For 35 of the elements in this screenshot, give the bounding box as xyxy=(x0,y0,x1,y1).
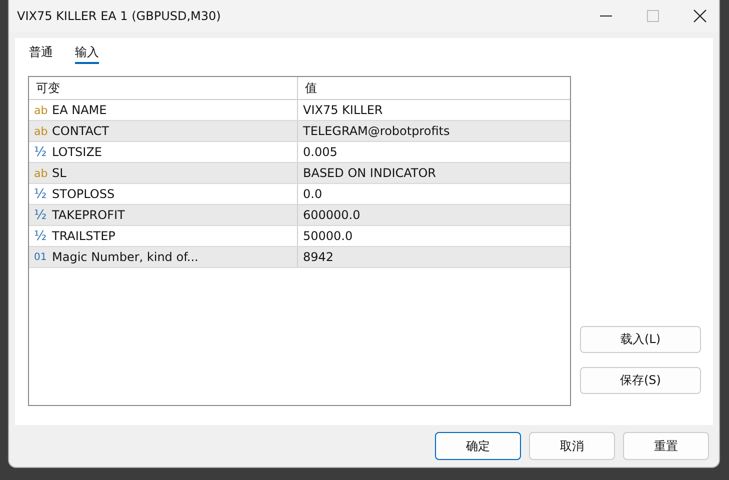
parameter-value[interactable]: VIX75 KILLER xyxy=(298,100,570,120)
parameter-value[interactable]: 600000.0 xyxy=(298,205,570,225)
window-title: VIX75 KILLER EA 1 (GBPUSD,M30) xyxy=(17,9,221,23)
type-icon: 01 xyxy=(34,252,50,262)
type-icon: ½ xyxy=(34,186,50,202)
parameter-name: SL xyxy=(52,166,66,180)
side-button[interactable]: 保存(S) xyxy=(580,367,701,394)
parameter-name: TRAILSTEP xyxy=(52,229,116,243)
dialog-button[interactable]: 重置 xyxy=(623,432,709,460)
parameter-value[interactable]: 8942 xyxy=(298,247,570,267)
type-icon: ½ xyxy=(34,228,50,244)
type-icon: ab xyxy=(34,166,50,180)
parameter-name: EA NAME xyxy=(52,103,107,117)
close-icon[interactable] xyxy=(693,9,707,23)
type-icon: ½ xyxy=(34,208,50,222)
type-icon: ab xyxy=(34,104,50,116)
dialog-button[interactable]: 确定 xyxy=(435,432,521,460)
parameter-name: STOPLOSS xyxy=(52,187,115,201)
type-icon: ½ xyxy=(34,144,50,160)
parameter-value[interactable]: BASED ON INDICATOR xyxy=(298,163,570,183)
parameter-name: CONTACT xyxy=(52,124,109,138)
parameter-value[interactable]: 0.0 xyxy=(298,184,570,204)
tab[interactable]: 普通 xyxy=(29,42,53,62)
parameter-name: TAKEPROFIT xyxy=(52,208,125,222)
parameter-value[interactable]: 50000.0 xyxy=(298,226,570,246)
tab[interactable]: 输入 xyxy=(75,42,99,64)
parameter-value[interactable]: TELEGRAM@robotprofits xyxy=(298,121,570,141)
side-button[interactable]: 载入(L) xyxy=(580,326,701,353)
parameter-value[interactable]: 0.005 xyxy=(298,142,570,162)
parameter-name: LOTSIZE xyxy=(52,145,102,159)
dialog-button[interactable]: 取消 xyxy=(529,432,615,460)
column-header: 值 xyxy=(304,80,318,96)
column-header: 可变 xyxy=(29,77,298,99)
type-icon: ab xyxy=(34,124,50,138)
parameter-name: Magic Number, kind of... xyxy=(52,250,198,264)
